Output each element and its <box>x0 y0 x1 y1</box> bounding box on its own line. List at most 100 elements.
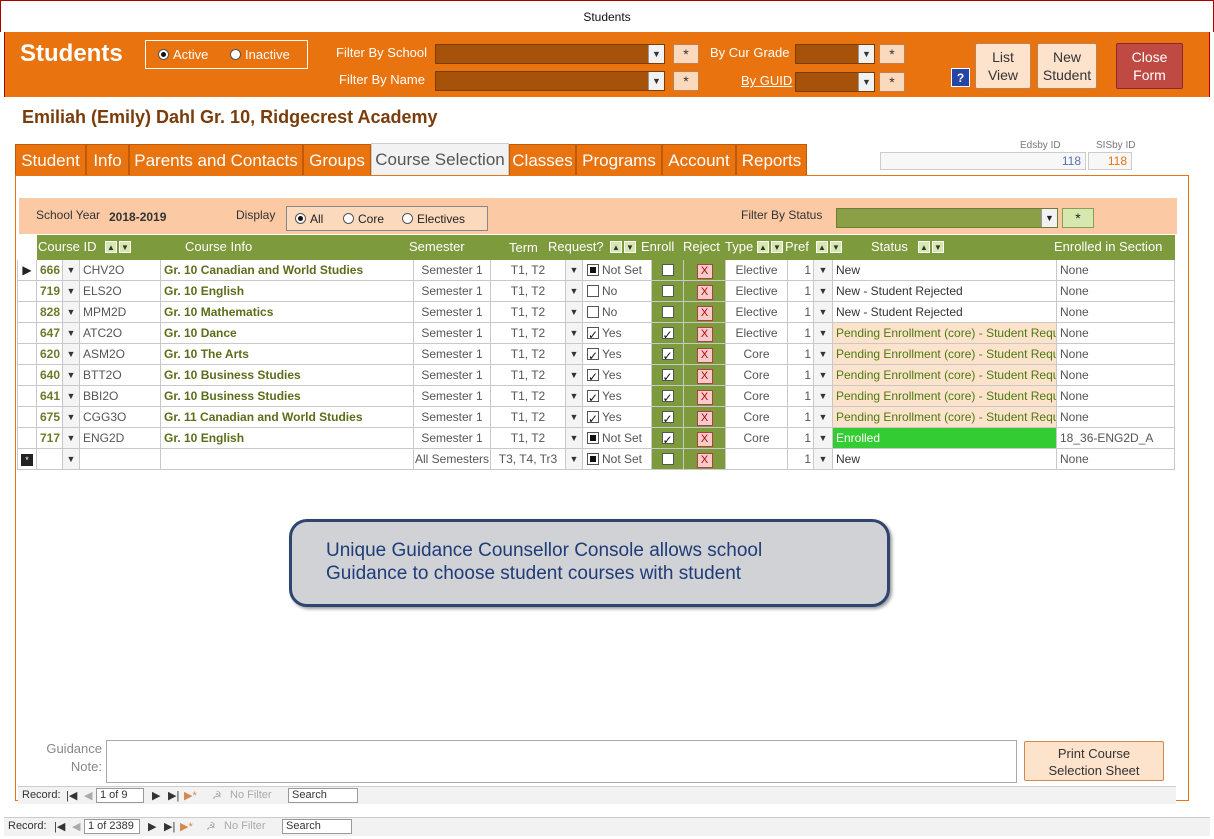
reject-button[interactable]: X <box>684 407 726 428</box>
record-selector[interactable] <box>17 428 37 449</box>
record-selector[interactable] <box>17 407 37 428</box>
chevron-down-icon[interactable]: ▼ <box>814 323 833 344</box>
chevron-down-icon[interactable]: ▼ <box>566 365 583 386</box>
chevron-down-icon[interactable]: ▼ <box>648 45 664 63</box>
table-row[interactable]: 828 ▼ MPM2D Gr. 10 Mathematics Semester 1 T1,… <box>17 302 1175 323</box>
reject-button[interactable]: X <box>684 302 726 323</box>
sort-asc-icon[interactable]: ▲ <box>816 241 828 253</box>
request-checkbox[interactable]: Yes <box>583 344 652 365</box>
preference-combo[interactable]: 1 <box>788 449 814 470</box>
chevron-down-icon[interactable]: ▼ <box>566 386 583 407</box>
inactive-radio[interactable]: Inactive <box>230 47 290 62</box>
clear-status-button[interactable]: * <box>1062 208 1094 228</box>
chevron-down-icon[interactable]: ▼ <box>858 73 874 91</box>
tab-student[interactable]: Student <box>15 144 86 176</box>
term-combo[interactable]: T1, T2 <box>491 428 566 449</box>
record-selector[interactable]: * <box>17 449 37 470</box>
sort-desc-icon[interactable]: ▼ <box>119 241 131 253</box>
chevron-down-icon[interactable]: ▼ <box>63 407 80 428</box>
record-selector[interactable] <box>17 323 37 344</box>
clear-guid-button[interactable]: * <box>879 72 905 92</box>
reject-button[interactable]: X <box>684 344 726 365</box>
record-selector[interactable] <box>17 344 37 365</box>
term-combo[interactable]: T1, T2 <box>491 302 566 323</box>
chevron-down-icon[interactable]: ▼ <box>858 45 874 63</box>
request-checkbox[interactable]: Not Set <box>583 428 652 449</box>
chevron-down-icon[interactable]: ▼ <box>814 260 833 281</box>
new-record-icon[interactable]: ▶* <box>184 789 197 802</box>
chevron-down-icon[interactable]: ▼ <box>814 407 833 428</box>
chevron-down-icon[interactable]: ▼ <box>63 386 80 407</box>
record-selector[interactable] <box>17 386 37 407</box>
chevron-down-icon[interactable]: ▼ <box>63 323 80 344</box>
enroll-checkbox[interactable] <box>652 260 684 281</box>
next-record-icon[interactable]: ▶ <box>148 820 156 833</box>
prev-record-icon[interactable]: ◀ <box>72 820 80 833</box>
preference-combo[interactable]: 1 <box>788 365 814 386</box>
chevron-down-icon[interactable]: ▼ <box>63 260 80 281</box>
record-search-input[interactable]: Search <box>288 788 358 803</box>
record-selector[interactable] <box>17 365 37 386</box>
enroll-checkbox[interactable] <box>652 407 684 428</box>
chevron-down-icon[interactable]: ▼ <box>648 72 664 90</box>
last-record-icon[interactable]: ▶| <box>164 820 175 833</box>
chevron-down-icon[interactable]: ▼ <box>566 449 583 470</box>
chevron-down-icon[interactable]: ▼ <box>814 365 833 386</box>
preference-combo[interactable]: 1 <box>788 407 814 428</box>
reject-button[interactable]: X <box>684 428 726 449</box>
term-combo[interactable]: T1, T2 <box>491 344 566 365</box>
close-form-button[interactable]: Close Form <box>1116 43 1183 89</box>
table-row[interactable]: 620 ▼ ASM2O Gr. 10 The Arts Semester 1 T1, T2… <box>17 344 1175 365</box>
request-checkbox[interactable]: No <box>583 281 652 302</box>
table-row[interactable]: 675 ▼ CGG3O Gr. 11 Canadian and World Studi… <box>17 407 1175 428</box>
no-filter-button[interactable]: No Filter <box>230 789 272 801</box>
chevron-down-icon[interactable]: ▼ <box>566 302 583 323</box>
sort-desc-icon[interactable]: ▼ <box>932 241 944 253</box>
preference-combo[interactable]: 1 <box>788 344 814 365</box>
enroll-checkbox[interactable] <box>652 365 684 386</box>
preference-combo[interactable]: 1 <box>788 302 814 323</box>
sort-asc-icon[interactable]: ▲ <box>610 241 622 253</box>
print-course-sheet-button[interactable]: Print Course Selection Sheet <box>1024 741 1164 781</box>
guid-link[interactable]: By GUID <box>741 73 792 88</box>
filter-school-combo[interactable]: ▼ <box>435 44 665 64</box>
tab-reports[interactable]: Reports <box>736 144 807 176</box>
record-position-input[interactable]: 1 of 2389 <box>84 819 140 834</box>
reject-button[interactable]: X <box>684 260 726 281</box>
tab-groups[interactable]: Groups <box>303 144 371 176</box>
tab-parents-contacts[interactable]: Parents and Contacts <box>129 144 303 176</box>
sort-asc-icon[interactable]: ▲ <box>105 241 117 253</box>
reject-button[interactable]: X <box>684 386 726 407</box>
prev-record-icon[interactable]: ◀ <box>84 789 92 802</box>
table-row[interactable]: 717 ▼ ENG2D Gr. 10 English Semester 1 T1, T2 ▼… <box>17 428 1175 449</box>
tab-classes[interactable]: Classes <box>509 144 576 176</box>
table-row[interactable]: 647▼ATC2OGr. 10 DanceSemester 1T1, T2▼Ye… <box>17 323 1175 344</box>
sort-asc-icon[interactable]: ▲ <box>918 241 930 253</box>
chevron-down-icon[interactable]: ▼ <box>814 281 833 302</box>
record-selector[interactable] <box>17 302 37 323</box>
filter-status-combo[interactable]: ▼ <box>836 208 1058 228</box>
enroll-checkbox[interactable] <box>652 323 684 344</box>
preference-combo[interactable]: 1 <box>788 386 814 407</box>
chevron-down-icon[interactable]: ▼ <box>566 323 583 344</box>
reject-button[interactable]: X <box>684 323 726 344</box>
request-checkbox[interactable]: No <box>583 302 652 323</box>
request-checkbox[interactable]: Yes <box>583 323 652 344</box>
chevron-down-icon[interactable]: ▼ <box>63 281 80 302</box>
sort-desc-icon[interactable]: ▼ <box>771 241 783 253</box>
enroll-checkbox[interactable] <box>652 428 684 449</box>
first-record-icon[interactable]: |◀ <box>54 820 65 833</box>
request-checkbox[interactable]: Yes <box>583 386 652 407</box>
request-checkbox[interactable]: Yes <box>583 365 652 386</box>
active-radio[interactable]: Active <box>158 47 208 62</box>
enroll-checkbox[interactable] <box>652 302 684 323</box>
list-view-button[interactable]: List View <box>975 43 1031 89</box>
preference-combo[interactable]: 1 <box>788 323 814 344</box>
next-record-icon[interactable]: ▶ <box>152 789 160 802</box>
term-combo[interactable]: T1, T2 <box>491 407 566 428</box>
tab-programs[interactable]: Programs <box>576 144 662 176</box>
chevron-down-icon[interactable]: ▼ <box>814 386 833 407</box>
clear-name-button[interactable]: * <box>673 71 699 91</box>
term-combo[interactable]: T1, T2 <box>491 386 566 407</box>
chevron-down-icon[interactable]: ▼ <box>566 281 583 302</box>
